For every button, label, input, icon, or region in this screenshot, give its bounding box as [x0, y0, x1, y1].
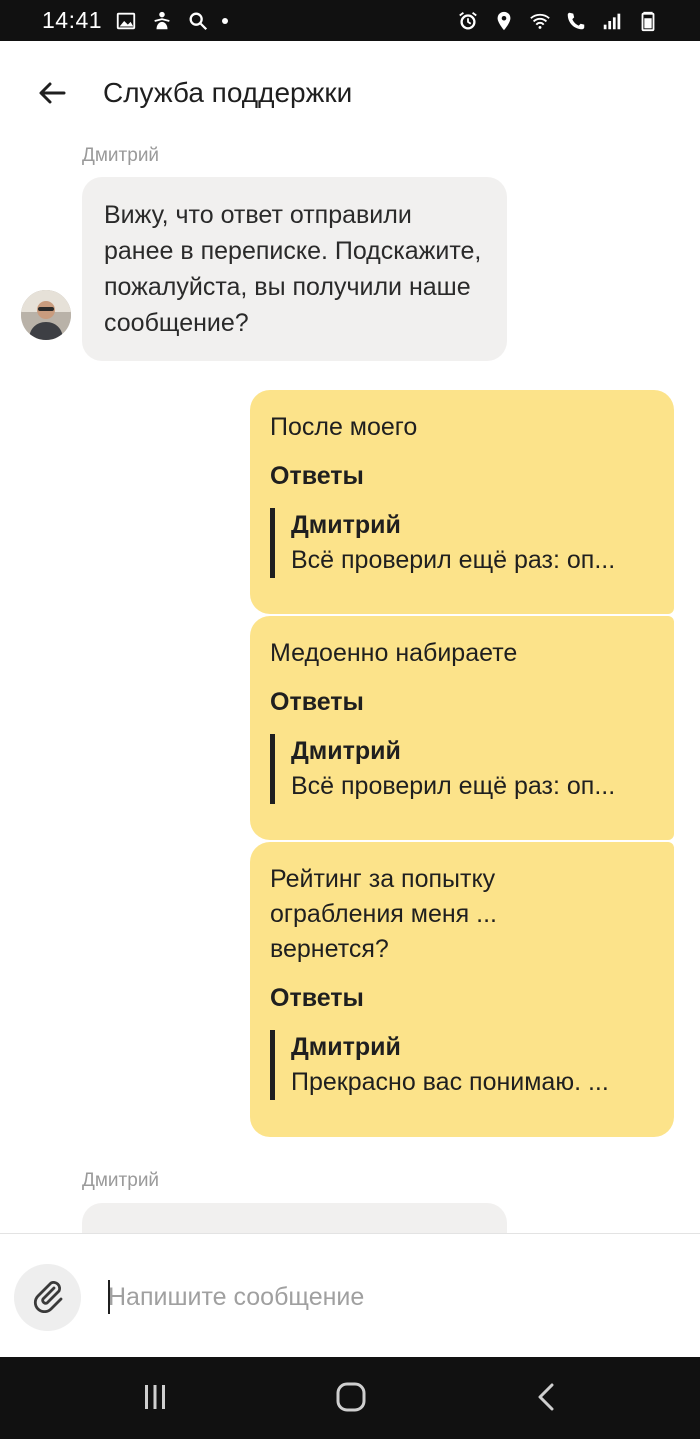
message-text: Медоенно набираете — [270, 639, 518, 667]
chat-header: Служба поддержки — [0, 41, 700, 145]
message-input[interactable] — [108, 1274, 668, 1320]
quoted-reply[interactable]: Дмитрий Всё проверил ещё раз: оп... — [270, 734, 654, 804]
alarm-icon — [456, 9, 480, 33]
quote-text: Всё проверил ещё раз: оп... — [291, 772, 616, 800]
message-text: Рейтинг за попытку ограбления меня ... в… — [270, 865, 497, 963]
system-nav-bar — [0, 1357, 700, 1439]
message-sender-name: Дмитрий — [82, 1170, 160, 1191]
outgoing-message-bubble[interactable]: После моего Ответы Дмитрий Всё проверил … — [250, 390, 674, 614]
message-text: После моего — [270, 413, 418, 441]
accessibility-icon — [150, 9, 174, 33]
incoming-message-bubble[interactable]: Вижу, что ответ отправили ранее в перепи… — [82, 177, 507, 361]
outgoing-message-bubble[interactable]: Медоенно набираете Ответы Дмитрий Всё пр… — [250, 616, 674, 840]
status-bar-left: 14:41 — [42, 7, 229, 34]
recent-apps-button[interactable] — [133, 1377, 177, 1421]
signal-icon — [600, 9, 624, 33]
arrow-left-icon — [36, 77, 68, 114]
replies-label: Ответы — [270, 688, 364, 716]
location-icon — [492, 9, 516, 33]
notification-dot-icon — [222, 17, 229, 24]
wifi-icon — [528, 9, 552, 33]
avatar[interactable] — [21, 290, 71, 340]
wifi-call-icon — [564, 9, 588, 33]
quoted-reply[interactable]: Дмитрий Всё проверил ещё раз: оп... — [270, 508, 654, 578]
quoted-reply[interactable]: Дмитрий Прекрасно вас понимаю. ... — [270, 1030, 654, 1100]
home-icon — [334, 1380, 368, 1419]
home-button[interactable] — [329, 1377, 373, 1421]
status-bar: 14:41 — [0, 0, 700, 41]
system-back-button[interactable] — [525, 1377, 569, 1421]
status-bar-right — [456, 9, 660, 33]
text-cursor — [108, 1280, 110, 1314]
battery-icon — [636, 9, 660, 33]
replies-label: Ответы — [270, 984, 364, 1012]
recent-apps-icon — [139, 1381, 171, 1418]
quote-text: Всё проверил ещё раз: оп... — [291, 546, 616, 574]
back-icon — [531, 1381, 563, 1418]
quote-author: Дмитрий — [291, 737, 401, 765]
message-text: Вижу, что ответ отправили ранее в перепи… — [104, 201, 482, 337]
quote-author: Дмитрий — [291, 1033, 401, 1061]
incoming-message-bubble[interactable] — [82, 1203, 507, 1233]
message-composer — [0, 1233, 700, 1357]
replies-label: Ответы — [270, 462, 364, 490]
message-sender-name: Дмитрий — [82, 145, 160, 166]
quote-author: Дмитрий — [291, 511, 401, 539]
message-list[interactable]: Дмитрий Вижу, что ответ отправили ранее … — [0, 145, 700, 1233]
paperclip-icon — [30, 1277, 66, 1318]
page-title: Служба поддержки — [103, 77, 353, 108]
attach-button[interactable] — [14, 1264, 81, 1331]
search-icon — [186, 9, 210, 33]
quote-text: Прекрасно вас понимаю. ... — [291, 1068, 609, 1096]
outgoing-message-bubble[interactable]: Рейтинг за попытку ограбления меня ... в… — [250, 842, 674, 1137]
gallery-icon — [114, 9, 138, 33]
back-button[interactable] — [32, 75, 72, 115]
status-time: 14:41 — [42, 7, 103, 33]
